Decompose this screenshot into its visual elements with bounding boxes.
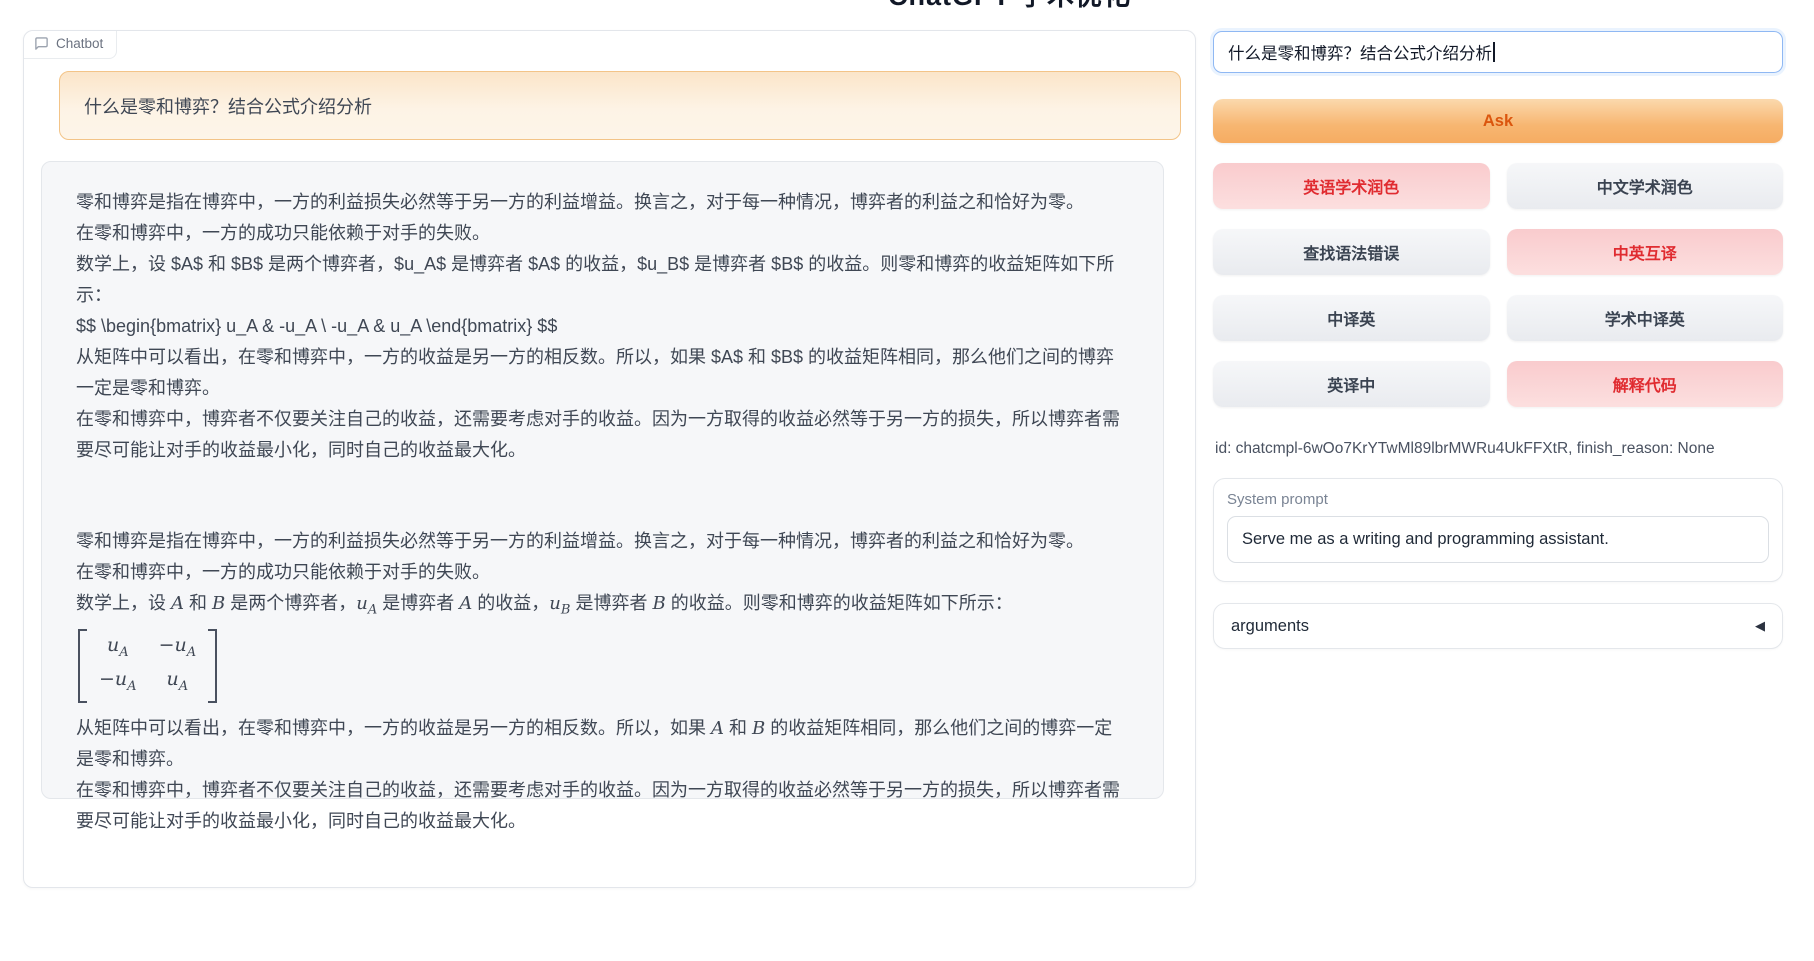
quick-button-en-academic-polish[interactable]: 英语学术润色: [1213, 163, 1490, 209]
chatbot-block-label: Chatbot: [24, 31, 117, 59]
matrix-cells: uA−uA−uAuA: [87, 629, 208, 704]
bot-rendered-para2: 从矩阵中可以看出，在零和博弈中，一方的收益是另一方的相反数。所以，如果 A 和 …: [76, 713, 1129, 775]
quick-button-academic-zh-to-en[interactable]: 学术中译英: [1507, 295, 1784, 341]
bot-message-bubble: 零和博弈是指在博弈中，一方的利益损失必然等于另一方的利益增益。换言之，对于每一种…: [41, 161, 1164, 799]
chat-bubble-icon: [34, 36, 49, 51]
accordion-label: arguments: [1231, 617, 1309, 636]
chatbot-label-text: Chatbot: [56, 36, 103, 51]
payoff-matrix: uA−uA−uAuA: [78, 629, 217, 704]
system-prompt-panel: System prompt Serve me as a writing and …: [1213, 478, 1783, 582]
arguments-accordion[interactable]: arguments ◀: [1213, 603, 1783, 649]
controls-column: 什么是零和博弈？结合公式介绍分析 Ask 英语学术润色 中文学术润色 查找语法错…: [1213, 0, 1783, 961]
system-prompt-input[interactable]: Serve me as a writing and programming as…: [1227, 516, 1769, 563]
matrix-right-bracket: [208, 629, 217, 704]
query-input[interactable]: 什么是零和博弈？结合公式介绍分析: [1213, 31, 1783, 73]
quick-actions-grid: 英语学术润色 中文学术润色 查找语法错误 中英互译 中译英 学术中译英 英译中 …: [1213, 163, 1783, 407]
user-message-text: 什么是零和博弈？结合公式介绍分析: [84, 93, 372, 119]
ask-button[interactable]: Ask: [1213, 99, 1783, 143]
system-prompt-label: System prompt: [1227, 491, 1769, 508]
user-message-bubble: 什么是零和博弈？结合公式介绍分析: [59, 71, 1181, 140]
quick-button-explain-code[interactable]: 解释代码: [1507, 361, 1784, 407]
quick-button-zh-en-mutual-translate[interactable]: 中英互译: [1507, 229, 1784, 275]
text-caret: [1493, 42, 1495, 62]
quick-button-en-to-zh[interactable]: 英译中: [1213, 361, 1490, 407]
collapse-triangle-icon: ◀: [1755, 618, 1765, 634]
bot-rendered-block: 零和博弈是指在博弈中，一方的利益损失必然等于另一方的利益增益。换言之，对于每一种…: [76, 526, 1129, 837]
matrix-left-bracket: [78, 629, 87, 704]
quick-button-zh-to-en[interactable]: 中译英: [1213, 295, 1490, 341]
chatbot-panel: Chatbot 什么是零和博弈？结合公式介绍分析 零和博弈是指在博弈中，一方的利…: [23, 30, 1196, 888]
quick-button-zh-academic-polish[interactable]: 中文学术润色: [1507, 163, 1784, 209]
system-prompt-value: Serve me as a writing and programming as…: [1242, 530, 1609, 549]
bot-rendered-para1: 零和博弈是指在博弈中，一方的利益损失必然等于另一方的利益增益。换言之，对于每一种…: [76, 526, 1129, 588]
bot-rendered-para3: 在零和博弈中，博弈者不仅要关注自己的收益，还需要考虑对手的收益。因为一方取得的收…: [76, 775, 1129, 837]
page-title-clipped: ChatGPT 学术优化: [888, 0, 1131, 13]
bot-raw-markdown-text: 零和博弈是指在博弈中，一方的利益损失必然等于另一方的利益增益。换言之，对于每一种…: [76, 187, 1129, 466]
completion-status-line: id: chatcmpl-6wOo7KrYTwMl89lbrMWRu4UkFFX…: [1215, 440, 1783, 458]
quick-button-find-grammar-errors[interactable]: 查找语法错误: [1213, 229, 1490, 275]
query-input-value: 什么是零和博弈？结合公式介绍分析: [1228, 40, 1492, 64]
bot-rendered-math-intro: 数学上，设 A 和 B 是两个博弈者，uA 是博弈者 A 的收益，uB 是博弈者…: [76, 588, 1129, 626]
